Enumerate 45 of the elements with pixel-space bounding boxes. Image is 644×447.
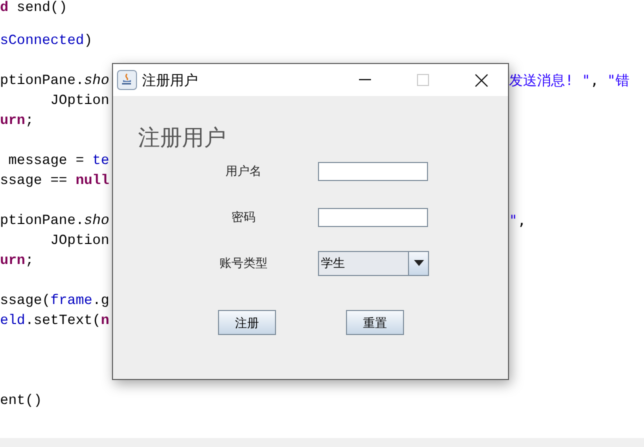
code-token: ssage ==: [0, 172, 68, 191]
caret-icon: [414, 260, 424, 266]
code-token: ;: [25, 112, 34, 131]
code-token: message =: [7, 152, 86, 171]
code-token: JOption: [49, 92, 110, 111]
code-token: "错: [607, 72, 630, 91]
code-token: urn: [0, 252, 26, 271]
code-token: sho: [84, 212, 110, 231]
code-token: ": [509, 212, 518, 231]
code-token: ,: [517, 212, 526, 231]
code-token: ent(): [0, 392, 42, 411]
code-token: n: [100, 312, 110, 331]
code-token: .setText(: [25, 312, 101, 331]
code-token: sho: [84, 72, 110, 91]
input-field[interactable]: [318, 208, 428, 226]
code-token: ): [84, 32, 92, 51]
form-button[interactable]: 注册: [218, 310, 276, 335]
field-label: 密码: [232, 209, 256, 226]
code-token: eld: [0, 312, 26, 331]
code-token: JOption: [49, 232, 110, 251]
cup-icon: [117, 70, 137, 90]
code-token: null: [76, 172, 110, 191]
code-token: urn: [0, 112, 26, 131]
code-token: send(): [16, 0, 68, 18]
code-token: te: [92, 152, 110, 171]
code-token: ptionPane.: [0, 212, 84, 231]
minimize-icon: [359, 79, 371, 81]
code-token: ;: [25, 252, 34, 271]
code-token: frame: [50, 292, 92, 311]
code-token: ptionPane.: [0, 72, 84, 91]
code-token: .g: [92, 292, 110, 311]
dropdown[interactable]: 学生: [318, 250, 429, 276]
code-token: sConnected: [0, 32, 84, 51]
window-title: 注册用户: [142, 70, 198, 90]
code-token: d: [0, 0, 8, 18]
field-label: 用户名: [226, 163, 262, 180]
form-heading: 注册用户: [138, 124, 226, 152]
code-token: ,: [590, 72, 600, 91]
form-button[interactable]: 重置: [346, 310, 404, 335]
code-token: 发送消息! ": [509, 72, 590, 91]
close-icon: [474, 74, 488, 86]
code-token: ssage(: [0, 292, 50, 311]
field-label: 账号类型: [220, 255, 268, 272]
maximize-icon: [417, 74, 429, 86]
input-field[interactable]: [318, 162, 428, 180]
